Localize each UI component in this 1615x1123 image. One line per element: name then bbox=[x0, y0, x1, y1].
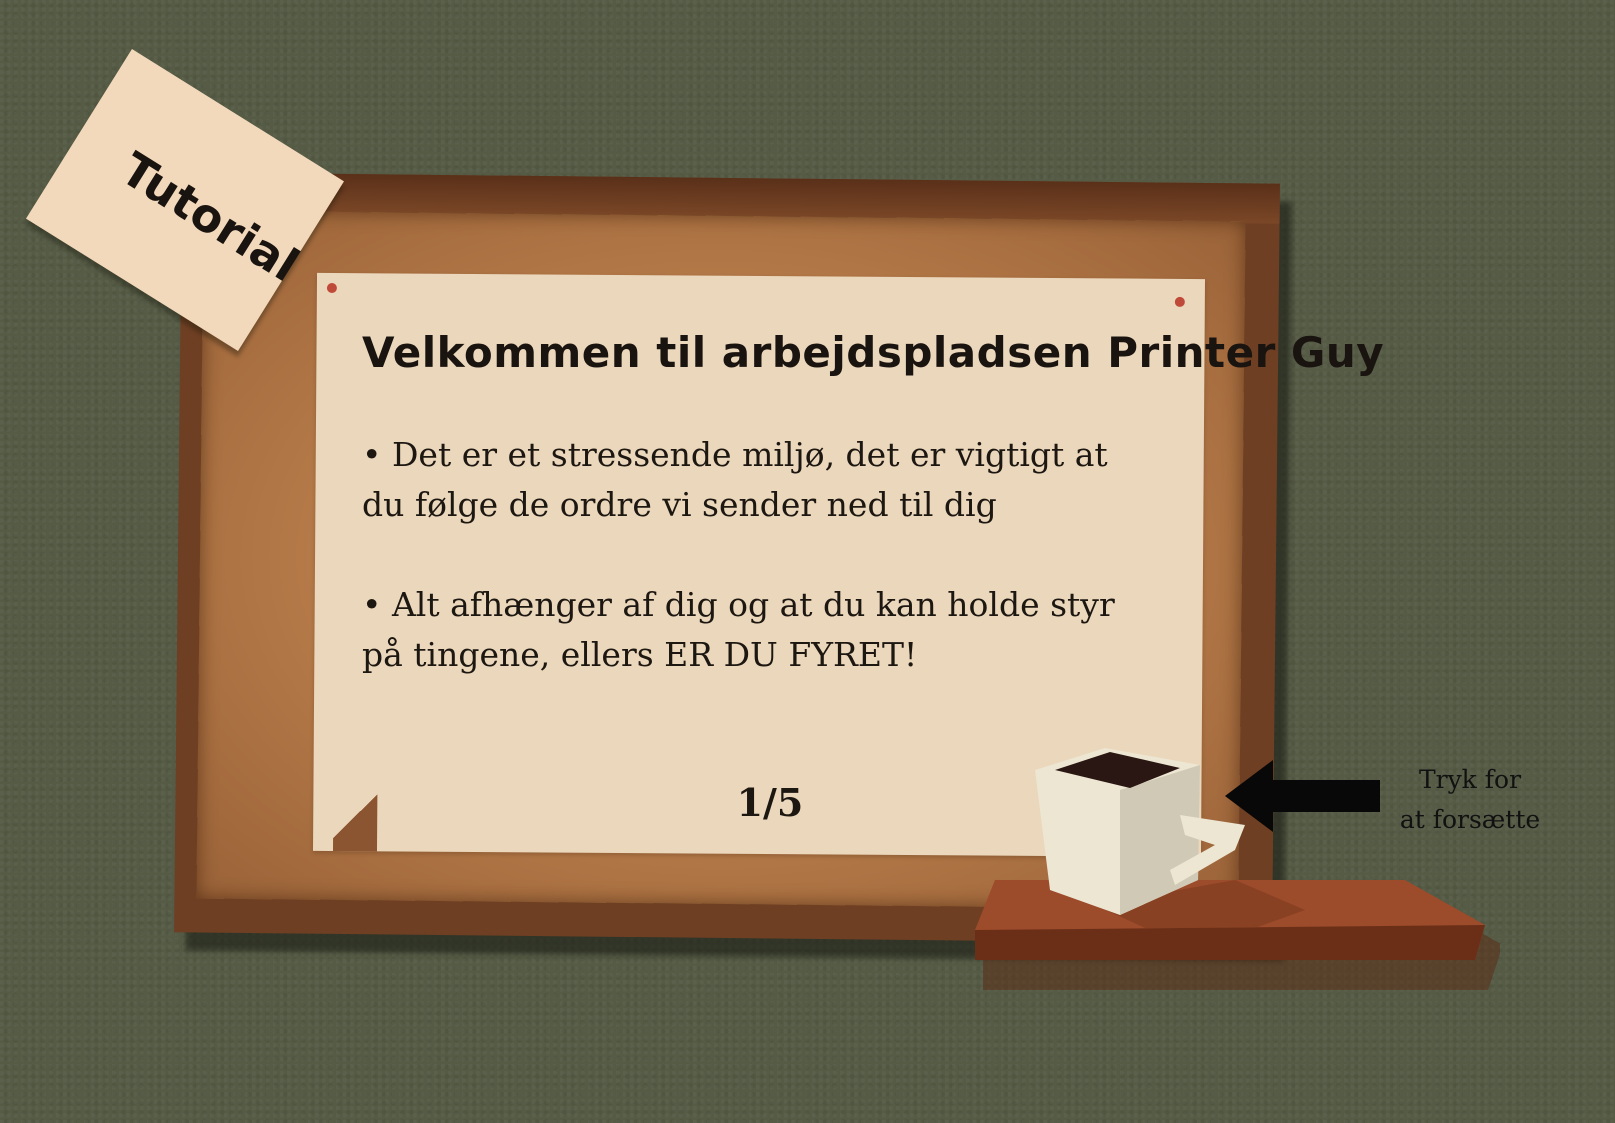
paper-fold-corner bbox=[332, 781, 378, 852]
left-arrow-icon bbox=[1225, 760, 1380, 832]
continue-hint-line-2: at forsætte bbox=[1399, 805, 1541, 834]
tutorial-bullet-2: • Alt afhænger af dig og at du kan holde… bbox=[362, 585, 1115, 674]
tutorial-bullet-1: • Det er et stressende miljø, det er vig… bbox=[362, 435, 1108, 524]
continue-hint-line-1: Tryk for bbox=[1418, 765, 1522, 794]
pin-left bbox=[326, 282, 337, 294]
pin-right bbox=[1174, 296, 1185, 307]
tutorial-title: Velkommen til arbejdspladsen Printer Guy bbox=[362, 328, 1385, 377]
continue-hint[interactable]: Tryk for at forsætte bbox=[1390, 760, 1550, 840]
page-indicator: 1/5 bbox=[736, 780, 804, 825]
